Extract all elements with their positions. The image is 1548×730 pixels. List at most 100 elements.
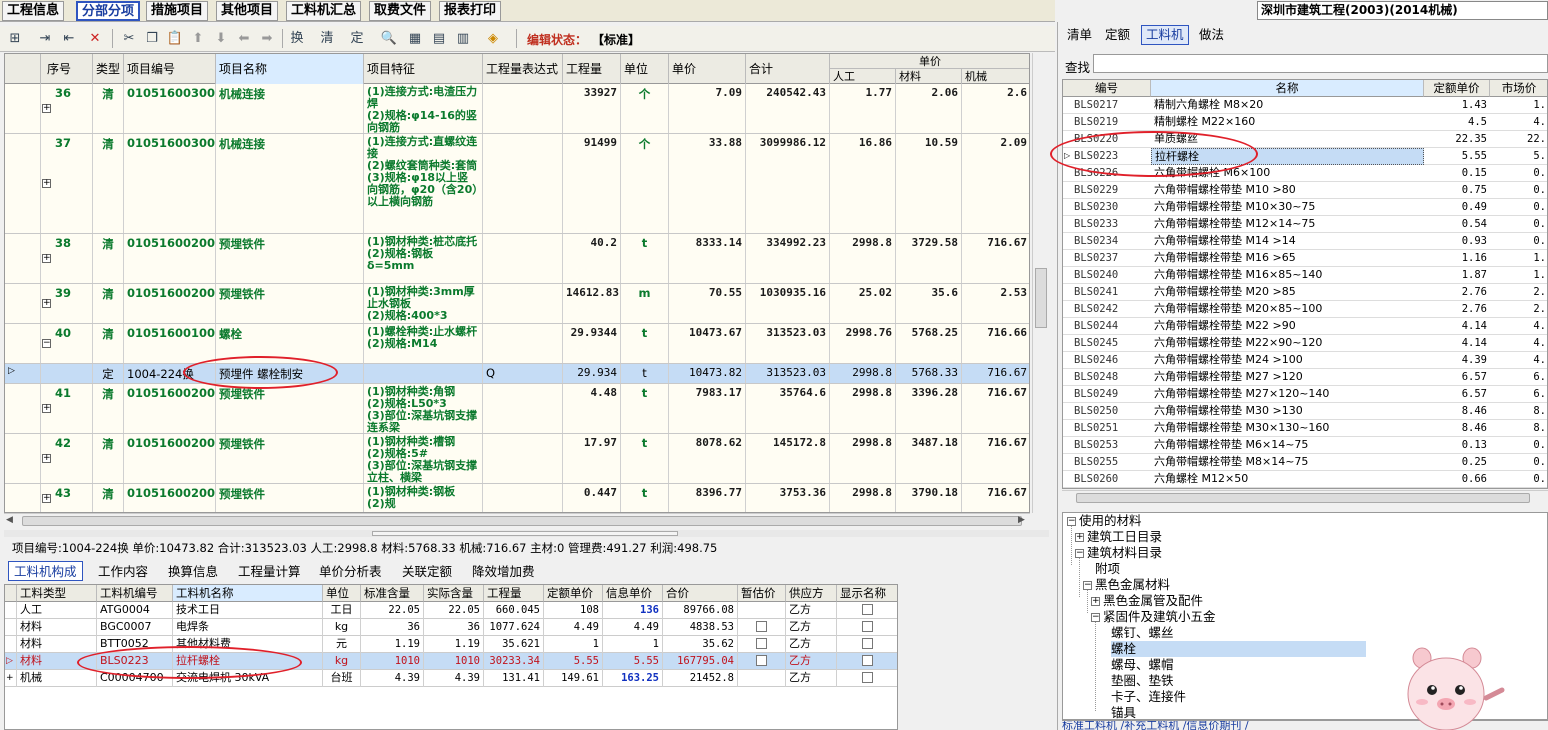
cell-seq[interactable]: 41 [41,384,93,433]
rcell-quota-price[interactable]: 0.66 [1424,471,1490,488]
pane-splitter[interactable] [4,530,1049,537]
cell-feature[interactable] [364,364,483,383]
cell-seq[interactable]: 38 [41,234,93,283]
rcell-code[interactable]: BLS0255 [1071,454,1151,471]
bcell-qty[interactable]: 131.41 [484,670,544,687]
material-row[interactable]: BLS0242 六角带帽螺栓带垫 M20×85~100 2.76 2. [1063,301,1547,318]
rcell-market-price[interactable]: 2. [1490,284,1547,301]
scroll-left-icon[interactable]: ◀ [6,515,13,525]
cell-unit[interactable]: 个 [621,134,669,233]
col-unit[interactable]: 单位 [621,54,669,84]
bcell-provisional[interactable] [738,653,786,670]
cell-feature[interactable]: (1)连接方式:电渣压力焊 (2)规格:φ14-16的竖向钢筋 [364,84,483,133]
cell-expr[interactable] [483,284,563,323]
bill-row[interactable]: −40 清 010516001001 螺栓 (1)螺栓种类:止水螺杆 (2)规格:M14… [5,324,1029,364]
cell-type[interactable]: 清 [93,484,124,512]
tree-expand-icon[interactable]: + [1075,533,1084,542]
material-row[interactable]: BLS0229 六角带帽螺栓带垫 M10 >80 0.75 0. [1063,182,1547,199]
rcell-quota-price[interactable]: 0.25 [1424,454,1490,471]
rcell-market-price[interactable]: 1. [1490,250,1547,267]
rcell-name[interactable]: 六角带帽螺栓带垫 M27 >120 [1151,369,1424,386]
cell-material[interactable]: 35.6 [896,284,962,323]
cell-price[interactable]: 33.88 [669,134,746,233]
quota-row-selected[interactable]: ▷ 定 1004-224换 预埋件 螺栓制安 Q 29.934 t 10473.82 31352… [5,364,1029,384]
btab-work-content[interactable]: 工作内容 [92,561,154,581]
row-indicator[interactable] [5,134,41,233]
material-row[interactable]: BLS0240 六角带帽螺栓带垫 M16×85~140 1.87 1. [1063,267,1547,284]
row-indicator[interactable] [5,636,17,653]
cell-machine[interactable]: 716.67 [962,434,1029,483]
checkbox[interactable] [862,621,873,632]
tree-collapse-icon[interactable]: − [1075,549,1084,558]
cell-price[interactable]: 8396.77 [669,484,746,512]
rcell-quota-price[interactable]: 2.76 [1424,284,1490,301]
rcell-market-price[interactable]: 4. [1490,114,1547,131]
cell-expr[interactable] [483,134,563,233]
cell-expr[interactable] [483,384,563,433]
cell-material[interactable]: 5768.25 [896,324,962,363]
rcell-market-price[interactable]: 0. [1490,199,1547,216]
material-row[interactable]: BLS0260 六角螺栓 M12×50 0.66 0. [1063,471,1547,488]
search-input[interactable] [1093,54,1548,73]
cell-qty[interactable]: 29.934 [563,364,621,383]
rcell-quota-price[interactable]: 0.54 [1424,216,1490,233]
rcell-code[interactable]: BLS0251 [1071,420,1151,437]
cell-machine[interactable]: 716.67 [962,234,1029,283]
bcell-display-name[interactable] [837,602,897,619]
cut-icon[interactable]: ✂ [120,30,138,47]
rcell-quota-price[interactable]: 4.14 [1424,335,1490,352]
rcell-name[interactable]: 六角带帽螺栓带垫 M24 >100 [1151,352,1424,369]
bcell-name[interactable]: 其他材料费 [173,636,323,653]
rcell-name[interactable]: 六角带帽螺栓带垫 M22 >90 [1151,318,1424,335]
tab-report-print[interactable]: 报表打印 [439,1,502,21]
cell-labor[interactable]: 16.86 [830,134,896,233]
cell-feature[interactable]: (1)螺栓种类:止水螺杆 (2)规格:M14 [364,324,483,363]
cell-type[interactable]: 清 [93,134,124,233]
cell-price[interactable]: 8333.14 [669,234,746,283]
rcell-quota-price[interactable]: 4.39 [1424,352,1490,369]
composition-row[interactable]: 材料 BTT0052 其他材料费元 1.19 1.19 35.621 1 1 35.62 乙方 [5,636,897,653]
bcell-provisional[interactable] [738,636,786,653]
paste-icon[interactable]: 📋 [166,30,184,47]
material-row[interactable]: BLS0233 六角带帽螺栓带垫 M12×14~75 0.54 0. [1063,216,1547,233]
tab-measures[interactable]: 措施项目 [146,1,209,21]
bcell-display-name[interactable] [837,653,897,670]
col-feature[interactable]: 项目特征 [364,54,483,84]
cell-price[interactable]: 7983.17 [669,384,746,433]
rcell-name[interactable]: 六角带帽螺栓带垫 M20 >85 [1151,284,1424,301]
bcell-name[interactable]: 交流电焊机 30kVA [173,670,323,687]
bill-row[interactable]: +36 清 010516003001 机械连接 (1)连接方式:电渣压力焊 (2)规格:… [5,84,1029,134]
cell-expr[interactable]: Q [483,364,563,383]
rcell-quota-price[interactable]: 22.35 [1424,131,1490,148]
rcell-code[interactable]: BLS0226 [1071,165,1151,182]
cell-machine[interactable]: 2.09 [962,134,1029,233]
material-row-selected[interactable]: ▷ BLS0223 拉杆螺栓 5.55 5. [1063,148,1547,165]
rcell-quota-price[interactable]: 6.57 [1424,386,1490,403]
cell-material[interactable]: 3396.28 [896,384,962,433]
cell-type[interactable]: 清 [93,284,124,323]
bcell-quota-price[interactable]: 5.55 [544,653,603,670]
bcell-amount[interactable]: 35.62 [663,636,738,653]
rcell-code[interactable]: BLS0250 [1071,403,1151,420]
rcell-code[interactable]: BLS0234 [1071,233,1151,250]
tab-subdivision[interactable]: 分部分项 [76,1,141,21]
cell-labor[interactable]: 25.02 [830,284,896,323]
cell-seq[interactable]: 39 [41,284,93,323]
composition-row[interactable]: 材料 BGC0007 电焊条 kg 36 36 1077.624 4.49 4.49 4838.5… [5,619,897,636]
material-row[interactable]: BLS0255 六角带帽螺栓带垫 M8×14~75 0.25 0. [1063,454,1547,471]
bcell-amount[interactable]: 4838.53 [663,619,738,636]
rtab-bill[interactable]: 清单 [1062,25,1097,45]
rcell-name[interactable]: 六角带帽螺栓带垫 M20×85~100 [1151,301,1424,318]
rcell-market-price[interactable]: 0. [1490,471,1547,488]
bcell-info-price[interactable]: 4.49 [603,619,663,636]
rcell-market-price[interactable]: 8. [1490,420,1547,437]
cell-feature[interactable]: (1)钢材种类:槽钢 (2)规格:5# (3)部位:深基坑钢支撑立柱、横梁 [364,434,483,483]
cell-seq[interactable]: 37 [41,134,93,233]
cell-name[interactable]: 预埋铁件 [216,384,364,433]
delete-icon[interactable]: ✕ [86,30,104,47]
rcell-market-price[interactable]: 0. [1490,182,1547,199]
rcell-quota-price[interactable]: 1.16 [1424,250,1490,267]
rcell-quota-price[interactable]: 5.55 [1424,148,1490,165]
cell-total[interactable]: 240542.43 [746,84,830,133]
cell-total[interactable]: 3753.36 [746,484,830,512]
